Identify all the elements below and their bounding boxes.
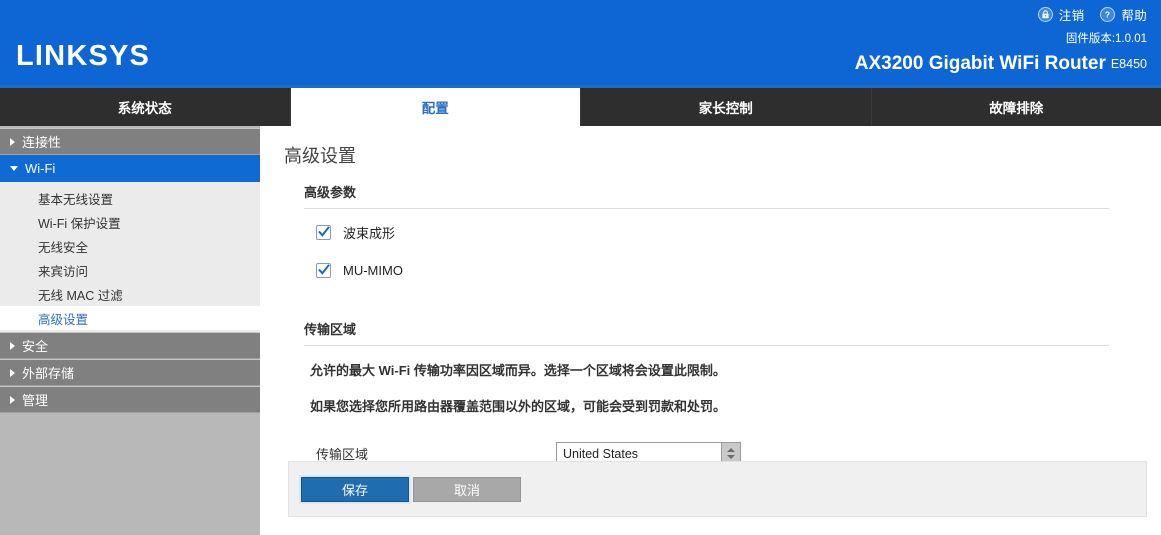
- linksys-logo[interactable]: LINKSYS: [16, 42, 150, 71]
- chevron-down-icon: [10, 166, 18, 171]
- chevron-down-icon: [727, 455, 735, 460]
- firmware-version: 固件版本:1.0.01: [1065, 33, 1147, 45]
- sidebar-group-security[interactable]: 安全: [0, 332, 260, 359]
- mu-mimo-label: MU-MIMO: [343, 262, 403, 278]
- sidebar-group-external-storage-label: 外部存储: [22, 366, 75, 381]
- router-sku: E8450: [1110, 57, 1147, 71]
- section-header-advanced-params: 高级参数: [304, 182, 1109, 209]
- sidebar-group-connectivity[interactable]: 连接性: [0, 128, 260, 155]
- sidebar-item-basic-wireless-settings[interactable]: 基本无线设置: [0, 186, 260, 210]
- cancel-button[interactable]: 取消: [413, 476, 521, 502]
- help-icon: ?: [1100, 6, 1116, 22]
- beamforming-label: 波束成形: [343, 225, 396, 241]
- mu-mimo-checkbox[interactable]: [316, 262, 331, 278]
- main-tab-nav: 系统状态 配置 家长控制 故障排除: [0, 88, 1161, 126]
- tab-configuration[interactable]: 配置: [290, 88, 581, 126]
- beamforming-checkbox[interactable]: [316, 224, 331, 240]
- page-body: 连接性 Wi-Fi 基本无线设置 Wi-Fi 保护设置 无线安全 来宾访问 无线…: [0, 126, 1161, 535]
- sidebar-group-security-label: 安全: [22, 339, 49, 354]
- tab-troubleshooting[interactable]: 故障排除: [872, 88, 1161, 126]
- help-action[interactable]: ? 帮助: [1100, 5, 1147, 24]
- section-header-transmit-region: 传输区域: [304, 319, 1109, 346]
- chevron-right-icon: [10, 341, 15, 350]
- chevron-right-icon: [10, 395, 15, 404]
- top-utility-bar: 注销 ? 帮助: [0, 0, 1161, 28]
- sidebar-group-connectivity-label: 连接性: [22, 135, 62, 150]
- sidebar-item-wireless-mac-filter[interactable]: 无线 MAC 过滤: [0, 282, 260, 306]
- sidebar-item-wireless-security[interactable]: 无线安全: [0, 234, 260, 258]
- sidebar-group-administration[interactable]: 管理: [0, 386, 260, 413]
- sidebar: 连接性 Wi-Fi 基本无线设置 Wi-Fi 保护设置 无线安全 来宾访问 无线…: [0, 126, 260, 535]
- chevron-right-icon: [10, 137, 15, 146]
- sidebar-item-guest-access[interactable]: 来宾访问: [0, 258, 260, 282]
- main-content: 高级设置 高级参数 波束成形 MU-MIMO 传输区域 允许的最大 Wi-Fi …: [260, 126, 1161, 535]
- tab-parental-control[interactable]: 家长控制: [581, 88, 872, 126]
- sidebar-group-wifi[interactable]: Wi-Fi: [0, 155, 260, 182]
- sidebar-item-wifi-protected-setup[interactable]: Wi-Fi 保护设置: [0, 210, 260, 234]
- page-title: 高级设置: [284, 146, 356, 166]
- tab-system-status[interactable]: 系统状态: [0, 88, 291, 126]
- sidebar-item-advanced-settings[interactable]: 高级设置: [0, 306, 260, 330]
- checkbox-row-beamforming: 波束成形: [304, 213, 1109, 251]
- sidebar-group-external-storage[interactable]: 外部存储: [0, 359, 260, 386]
- router-model: AX3200 Gigabit WiFi Router E8450: [855, 53, 1147, 75]
- help-label: 帮助: [1121, 8, 1147, 23]
- chevron-right-icon: [10, 368, 15, 377]
- content-inner: 高级参数 波束成形 MU-MIMO 传输区域 允许的最大 Wi-Fi 传输功率因…: [260, 168, 1161, 466]
- transmit-region-description-2: 如果您选择您所用路由器覆盖范围以外的区域，可能会受到罚款和处罚。: [310, 399, 727, 415]
- checkbox-row-mu-mimo: MU-MIMO: [304, 251, 1109, 289]
- brand-bar: LINKSYS 固件版本:1.0.01 AX3200 Gigabit WiFi …: [0, 28, 1161, 88]
- logout-label: 注销: [1058, 8, 1085, 23]
- sidebar-group-administration-label: 管理: [22, 393, 49, 408]
- save-button[interactable]: 保存: [299, 474, 411, 504]
- logout-action[interactable]: 注销: [1037, 5, 1085, 24]
- lock-icon: [1037, 6, 1053, 22]
- transmit-region-description-1: 允许的最大 Wi-Fi 传输功率因区域而异。选择一个区域将会设置此限制。: [310, 363, 726, 378]
- svg-text:?: ?: [1105, 9, 1110, 19]
- sidebar-wifi-submenu: 基本无线设置 Wi-Fi 保护设置 无线安全 来宾访问 无线 MAC 过滤 高级…: [0, 182, 260, 332]
- chevron-up-icon: [727, 448, 735, 453]
- action-button-bar: 保存 取消: [288, 461, 1147, 517]
- sidebar-group-wifi-label: Wi-Fi: [25, 161, 56, 176]
- router-model-name: AX3200 Gigabit WiFi Router: [854, 53, 1106, 74]
